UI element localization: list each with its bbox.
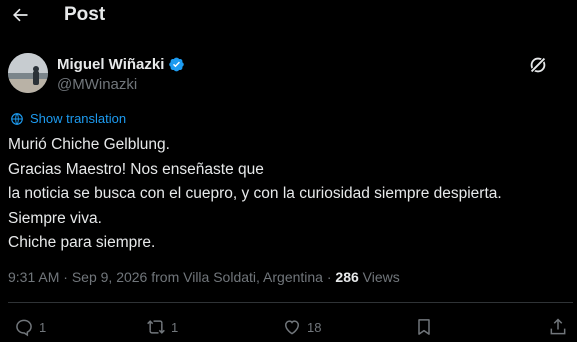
reply-button[interactable]: 1	[14, 317, 46, 337]
author-name-text: Miguel Wiñazki	[57, 56, 165, 73]
avatar[interactable]	[8, 53, 48, 93]
top-bar: Post	[0, 0, 577, 34]
post-date[interactable]: Sep 9, 2026	[72, 269, 148, 285]
meta-separator: ·	[63, 269, 72, 285]
grok-icon	[529, 56, 547, 74]
tweet-meta: 9:31 AM · Sep 9, 2026 from Villa Soldati…	[8, 269, 400, 285]
bookmark-icon	[418, 319, 430, 335]
views-label: Views	[362, 269, 400, 285]
bookmark-button[interactable]	[414, 317, 434, 337]
reply-icon	[16, 319, 32, 337]
share-icon	[550, 318, 566, 335]
views-count: 286	[335, 269, 359, 285]
avatar-photo	[8, 53, 48, 93]
repost-count: 1	[171, 319, 179, 335]
repost-icon	[147, 320, 165, 334]
tweet-line: Chiche para siempre.	[8, 234, 156, 251]
tweet-text: Murió Chiche Gelblung. Gracias Maestro! …	[8, 133, 573, 256]
grok-button[interactable]	[527, 54, 549, 76]
action-bar: 1 1 18	[0, 314, 577, 342]
repost-button[interactable]: 1	[146, 317, 178, 337]
tweet-line: la noticia se busca con el cuepro, y con…	[8, 185, 502, 202]
back-arrow-icon	[13, 8, 28, 22]
translate-icon	[11, 112, 23, 125]
tweet-line: Siempre viva.	[8, 209, 102, 227]
reply-count: 1	[39, 319, 47, 335]
like-icon	[284, 320, 300, 335]
page-title: Post	[64, 4, 106, 25]
show-translation-link[interactable]: Show translation	[10, 111, 126, 126]
verified-badge-icon	[169, 57, 185, 72]
show-translation-label: Show translation	[30, 111, 127, 126]
back-button[interactable]	[8, 3, 32, 27]
like-button[interactable]: 18	[282, 317, 321, 337]
post-time[interactable]: 9:31 AM	[8, 269, 59, 285]
author-name[interactable]: Miguel Wiñazki	[57, 56, 185, 73]
share-button[interactable]	[548, 317, 568, 337]
tweet-line: Gracias Maestro! Nos enseñaste que	[8, 160, 264, 178]
like-count: 18	[307, 319, 322, 335]
post-location: from Villa Soldati, Argentina	[151, 269, 323, 285]
divider	[8, 302, 573, 303]
tweet-line: Murió Chiche Gelblung.	[8, 136, 170, 153]
author-handle[interactable]: @MWinazki	[57, 76, 137, 93]
